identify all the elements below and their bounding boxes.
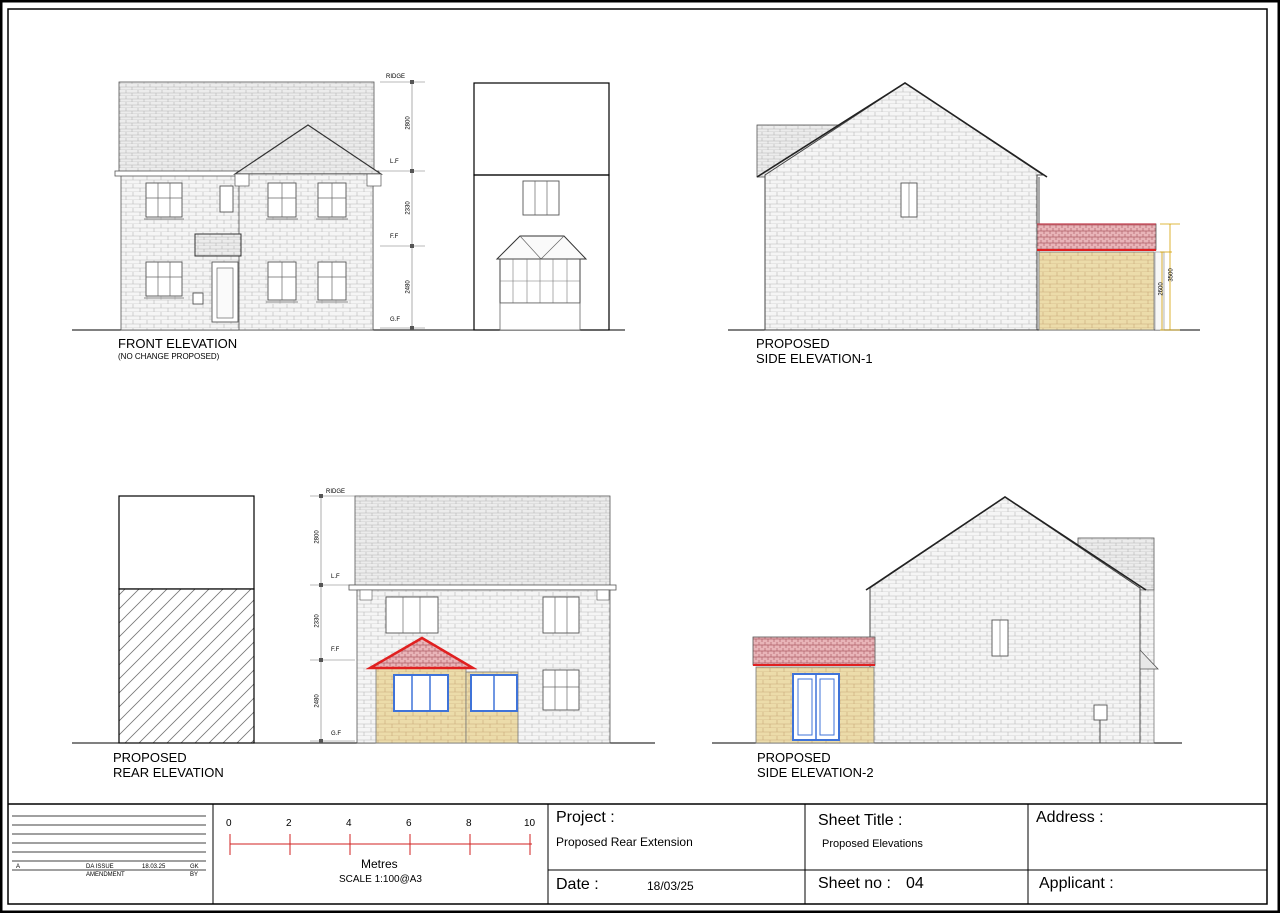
rear-level-ridge: RIDGE	[326, 489, 346, 495]
front-elevation	[72, 80, 625, 331]
sheet-title-value: Proposed Elevations	[822, 838, 923, 850]
amendment-by: GK	[190, 864, 199, 870]
scale-tick-6: 6	[406, 818, 412, 829]
scale-tick-0: 0	[226, 818, 232, 829]
rear-dim-roof: 2800	[314, 530, 321, 544]
date-label: Date :	[556, 876, 599, 893]
sheet-no-label: Sheet no :	[818, 875, 891, 892]
amendment-date: 18.03.25	[142, 864, 166, 870]
front-dim-roof: 2800	[405, 116, 412, 130]
scale-tick-4: 4	[346, 818, 352, 829]
date-value: 18/03/25	[647, 879, 694, 893]
sheet-no-value: 04	[906, 875, 924, 892]
side1-dim-ridge: 3500	[1168, 268, 1175, 282]
rear-level-ff: F.F	[331, 647, 340, 653]
amendment-by-header: BY	[190, 872, 199, 878]
side-elevation-2	[712, 496, 1182, 744]
rear-level-gf: G.F	[331, 731, 341, 737]
rear-elevation	[72, 494, 655, 744]
front-dim-first: 2330	[405, 201, 412, 215]
scale-tick-2: 2	[286, 818, 292, 829]
side-elevation-1	[728, 82, 1200, 331]
applicant-label: Applicant :	[1039, 875, 1114, 892]
amendment-desc: DA ISSUE	[86, 864, 114, 870]
side1-dim-eaves: 2600	[1158, 282, 1165, 296]
scale-tick-8: 8	[466, 818, 472, 829]
rear-dim-first: 2330	[314, 614, 321, 628]
rear-title-line2: REAR ELEVATION	[113, 765, 224, 780]
scale-text: SCALE 1:100@A3	[339, 874, 422, 885]
side2-title-line2: SIDE ELEVATION-2	[757, 765, 874, 780]
side1-title-line2: SIDE ELEVATION-1	[756, 351, 873, 366]
amendment-rev: A	[16, 864, 21, 870]
scale-tick-10: 10	[524, 818, 536, 829]
front-dim-ground: 2480	[405, 280, 412, 294]
sheet-title-label: Sheet Title :	[818, 812, 903, 829]
project-value: Proposed Rear Extension	[556, 835, 693, 849]
address-label: Address :	[1036, 809, 1104, 826]
front-level-gf: G.F	[390, 317, 400, 323]
front-level-ff: F.F	[390, 234, 399, 240]
front-level-ridge: RIDGE	[386, 74, 406, 80]
rear-dim-ground: 2480	[314, 694, 321, 708]
amendment-header: AMENDMENT	[86, 872, 125, 878]
front-elevation-title: FRONT ELEVATION	[118, 336, 238, 351]
front-elevation-note: (NO CHANGE PROPOSED)	[118, 352, 220, 361]
side2-title-line1: PROPOSED	[757, 750, 831, 765]
rear-level-lf: L.F	[331, 574, 340, 580]
project-label: Project :	[556, 809, 615, 826]
side1-title-line1: PROPOSED	[756, 336, 830, 351]
front-level-lf: L.F	[390, 159, 399, 165]
rear-title-line1: PROPOSED	[113, 750, 187, 765]
scale-unit: Metres	[361, 857, 398, 871]
